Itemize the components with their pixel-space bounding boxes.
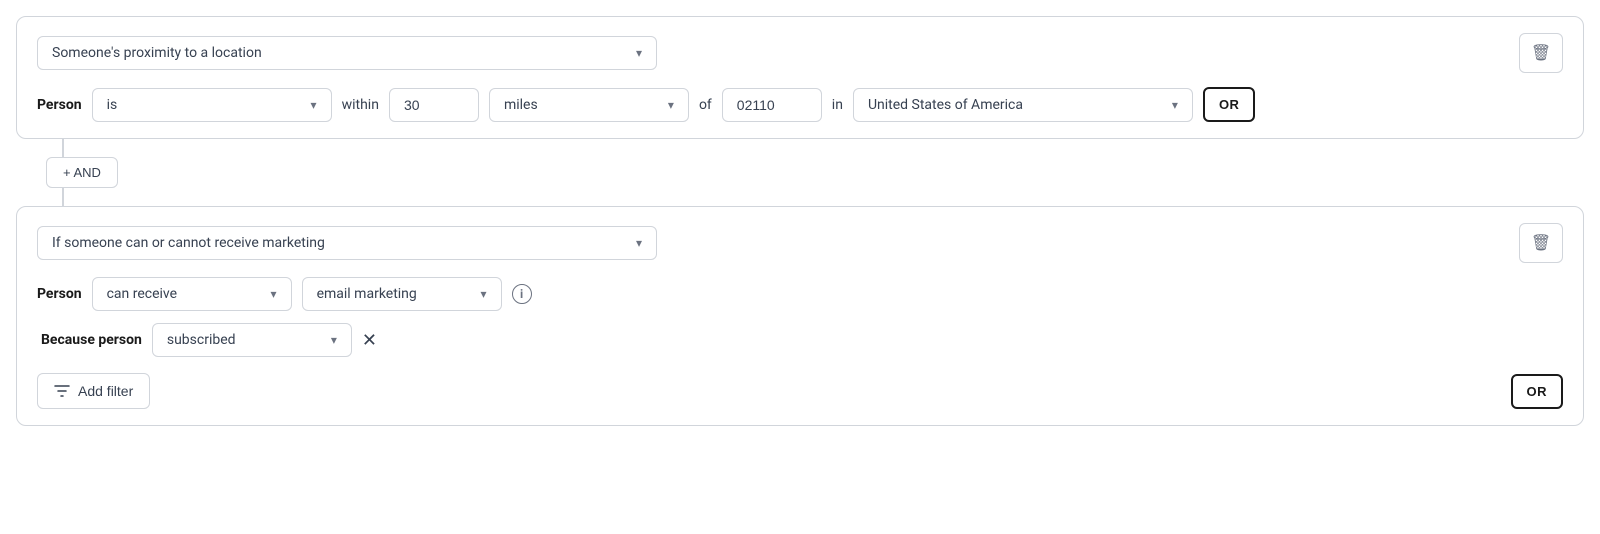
condition-header-1: Someone's proximity to a location ▾ 🗑 bbox=[37, 33, 1563, 73]
delete-button-1[interactable]: 🗑 bbox=[1519, 33, 1563, 73]
marketing-label: email marketing bbox=[317, 286, 417, 302]
add-filter-button[interactable]: Add filter bbox=[37, 373, 150, 409]
condition-header-left-1: Someone's proximity to a location ▾ bbox=[37, 36, 657, 70]
condition-type-label-1: Someone's proximity to a location bbox=[52, 45, 262, 61]
receive-dropdown[interactable]: can receive ▾ bbox=[92, 277, 292, 311]
and-line-top bbox=[62, 139, 64, 157]
distance-input[interactable] bbox=[389, 88, 479, 122]
chevron-down-icon-receive: ▾ bbox=[271, 287, 277, 301]
condition-header-left-2: If someone can or cannot receive marketi… bbox=[37, 226, 657, 260]
chevron-down-icon-subscribed: ▾ bbox=[331, 333, 337, 347]
chevron-down-icon-marketing: ▾ bbox=[481, 287, 487, 301]
person-label-2: Person bbox=[37, 286, 82, 302]
chevron-down-icon-is: ▾ bbox=[311, 98, 317, 112]
and-line-bottom bbox=[62, 188, 64, 206]
info-icon[interactable]: i bbox=[512, 284, 532, 304]
condition-row-2: Person can receive ▾ email marketing ▾ i bbox=[37, 277, 1563, 311]
condition-header-2: If someone can or cannot receive marketi… bbox=[37, 223, 1563, 263]
trash-icon-2: 🗑 bbox=[1531, 233, 1551, 253]
and-button[interactable]: + AND bbox=[46, 157, 118, 188]
condition-type-dropdown-2[interactable]: If someone can or cannot receive marketi… bbox=[37, 226, 657, 260]
marketing-dropdown[interactable]: email marketing ▾ bbox=[302, 277, 502, 311]
is-label: is bbox=[107, 97, 118, 113]
or-button-1[interactable]: OR bbox=[1203, 87, 1256, 122]
in-label: in bbox=[832, 97, 843, 113]
subscribed-label: subscribed bbox=[167, 332, 236, 348]
country-dropdown[interactable]: United States of America ▾ bbox=[853, 88, 1193, 122]
close-icon[interactable]: ✕ bbox=[362, 330, 377, 351]
filter-icon bbox=[54, 383, 70, 399]
postal-input[interactable] bbox=[722, 88, 822, 122]
condition-type-dropdown-1[interactable]: Someone's proximity to a location ▾ bbox=[37, 36, 657, 70]
and-connector: + AND bbox=[46, 139, 1584, 206]
sub-condition-row: Because person subscribed ▾ ✕ bbox=[41, 323, 1563, 357]
trash-icon-1: 🗑 bbox=[1531, 43, 1551, 63]
condition-row-1: Person is ▾ within miles ▾ of in United … bbox=[37, 87, 1563, 122]
delete-button-2[interactable]: 🗑 bbox=[1519, 223, 1563, 263]
person-label-1: Person bbox=[37, 97, 82, 113]
add-filter-label: Add filter bbox=[78, 383, 133, 399]
chevron-down-icon-unit: ▾ bbox=[668, 98, 674, 112]
unit-label: miles bbox=[504, 97, 538, 113]
condition-block-2: If someone can or cannot receive marketi… bbox=[16, 206, 1584, 426]
within-label: within bbox=[342, 97, 379, 113]
or-button-2[interactable]: OR bbox=[1511, 374, 1564, 409]
of-label: of bbox=[699, 97, 712, 113]
chevron-down-icon-1: ▾ bbox=[636, 46, 642, 60]
country-label: United States of America bbox=[868, 97, 1023, 113]
chevron-down-icon-2: ▾ bbox=[636, 236, 642, 250]
subscribed-dropdown[interactable]: subscribed ▾ bbox=[152, 323, 352, 357]
condition-type-label-2: If someone can or cannot receive marketi… bbox=[52, 235, 325, 251]
is-dropdown[interactable]: is ▾ bbox=[92, 88, 332, 122]
chevron-down-icon-country: ▾ bbox=[1172, 98, 1178, 112]
receive-label: can receive bbox=[107, 286, 177, 302]
condition-block-1: Someone's proximity to a location ▾ 🗑 Pe… bbox=[16, 16, 1584, 139]
condition-footer-2: Add filter OR bbox=[37, 373, 1563, 409]
because-person-label: Because person bbox=[41, 332, 142, 348]
unit-dropdown[interactable]: miles ▾ bbox=[489, 88, 689, 122]
